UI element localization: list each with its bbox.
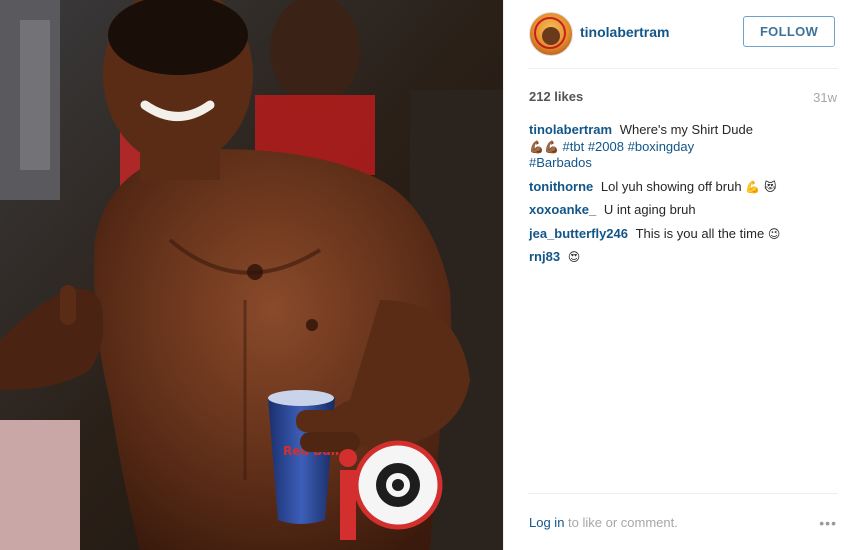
hashtag-2008[interactable]: #2008: [588, 139, 624, 154]
comment-item: tonithorne Lol yuh showing off bruh 💪 😻: [529, 179, 829, 196]
more-options-icon[interactable]: •••: [819, 515, 837, 531]
post-footer: Log in to like or comment. •••: [529, 515, 837, 535]
comment-text: Lol yuh showing off bruh: [600, 178, 742, 194]
comment-username[interactable]: rnj83: [529, 249, 564, 264]
comment-emoji: 💪 😻: [745, 179, 777, 194]
login-link[interactable]: Log in: [529, 515, 564, 530]
comment-emoji: 😍: [567, 250, 581, 264]
caption: tinolabertram Where's my Shirt Dude 💪🏾💪🏾…: [529, 122, 829, 172]
post-photo[interactable]: Red Bull: [0, 0, 503, 550]
hashtag-boxingday[interactable]: #boxingday: [628, 139, 695, 154]
comment-text: U int aging bruh: [603, 202, 696, 217]
comment-username[interactable]: tonithorne: [529, 179, 597, 194]
caption-emoji: 💪🏾💪🏾: [529, 139, 559, 154]
instagram-post: Red Bull tinolabertram FOLLOW: [0, 0, 850, 550]
comment-item: rnj83 😍: [529, 249, 829, 266]
caption-username[interactable]: tinolabertram: [529, 122, 616, 137]
avatar-face: [542, 27, 560, 45]
likes-row: 212 likes 31w: [529, 88, 837, 108]
hashtag-tbt[interactable]: #tbt: [563, 139, 585, 154]
header-divider: [528, 68, 838, 69]
likes-count[interactable]: 212 likes: [529, 89, 583, 104]
avatar[interactable]: [529, 12, 573, 56]
post-info-panel: tinolabertram FOLLOW 212 likes 31w tinol…: [503, 0, 850, 550]
comment-item: jea_butterfly246 This is you all the tim…: [529, 226, 829, 243]
post-header: tinolabertram FOLLOW: [504, 0, 850, 68]
hashtag-barbados[interactable]: #Barbados: [529, 155, 592, 170]
comment-item: xoxoanke_ U int aging bruh: [529, 202, 829, 219]
follow-button[interactable]: FOLLOW: [743, 16, 835, 47]
post-time[interactable]: 31w: [813, 90, 837, 105]
username-link[interactable]: tinolabertram: [580, 24, 669, 40]
login-prompt-text: to like or comment.: [564, 515, 678, 530]
caption-text: Where's my Shirt Dude: [619, 122, 753, 137]
comments-list: tinolabertram Where's my Shirt Dude 💪🏾💪🏾…: [529, 122, 829, 273]
comment-emoji: 😉: [767, 226, 781, 241]
photo-illustration: Red Bull: [0, 0, 503, 550]
comment-username[interactable]: jea_butterfly246: [529, 226, 632, 241]
footer-divider: [528, 493, 838, 494]
comment-text: This is you all the time: [635, 225, 765, 241]
comment-username[interactable]: xoxoanke_: [529, 202, 600, 217]
